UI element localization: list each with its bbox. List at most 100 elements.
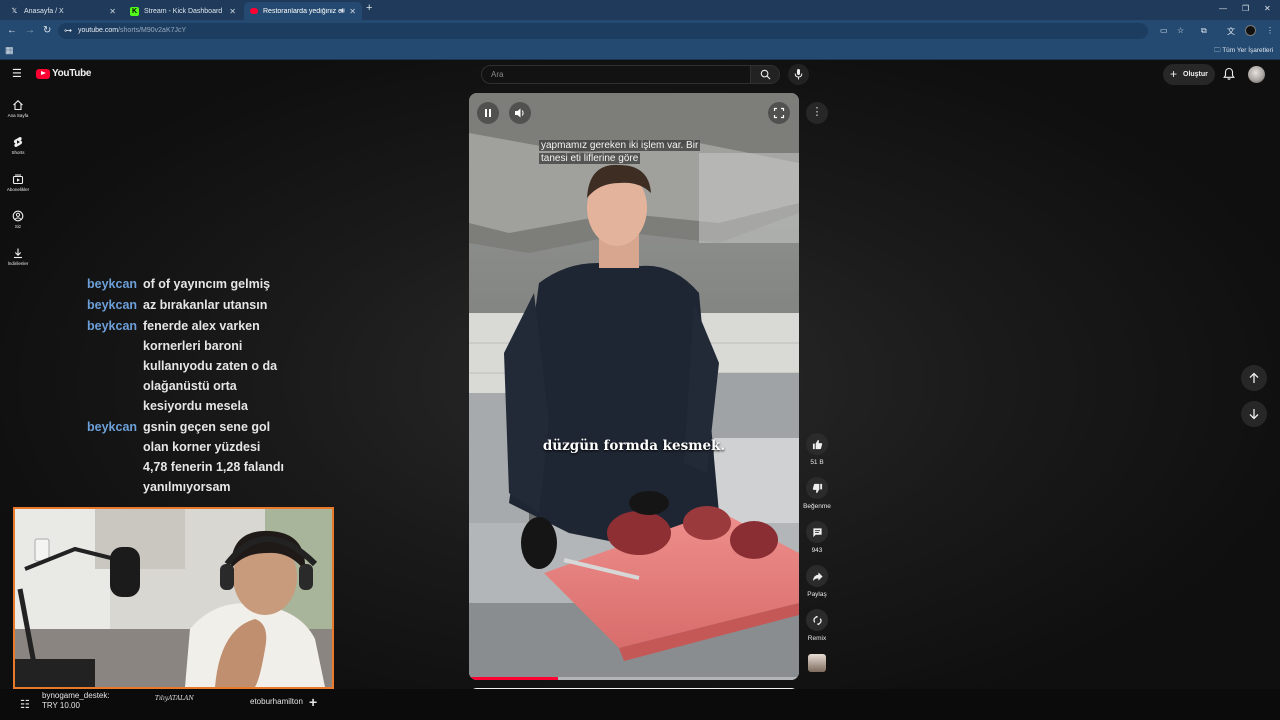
pause-button[interactable] <box>477 102 499 124</box>
thumbs-down-icon <box>812 483 822 493</box>
sound-thumbnail[interactable] <box>808 654 826 672</box>
create-button[interactable]: + Oluştur <box>1163 64 1215 85</box>
hamburger-menu-icon[interactable]: ☰ <box>12 67 22 80</box>
stream-bottom-bar: ☷ bynogame_destek: TRY 10.00 TılıyATALAN… <box>0 689 1280 720</box>
dislike-button[interactable]: Beğenme <box>803 477 831 510</box>
tab-x[interactable]: 𝕏 Anasayfa / X ✕ <box>4 2 122 20</box>
sidebar-item-label: Ana Sayfa <box>7 113 29 118</box>
chat-message: beykcan fenerde alex varken kornerleri b… <box>87 316 287 416</box>
voice-search-button[interactable] <box>788 64 809 85</box>
tab-title: Anasayfa / X <box>24 7 64 15</box>
bookmarks-bar: ▦ 🗀︎ Tüm Yer İşaretleri <box>0 42 1280 60</box>
chat-username: beykcan <box>87 319 138 333</box>
video-progress-track[interactable] <box>469 677 799 680</box>
fullscreen-icon <box>773 107 785 119</box>
plus-icon: + <box>309 694 318 710</box>
speaker-icon[interactable]: 🔊︎ <box>340 6 345 16</box>
sidebar-item-label: Shorts <box>11 150 25 155</box>
star-icon[interactable]: ☆ <box>1177 26 1184 35</box>
cast-icon[interactable]: ▭ <box>1160 26 1168 35</box>
comment-icon <box>812 527 822 537</box>
url-host: youtube.com <box>78 27 119 34</box>
sidebar-item-you[interactable]: Siz <box>0 210 36 229</box>
new-tab-button[interactable]: + <box>366 2 372 14</box>
remix-button[interactable]: Remix <box>805 609 829 642</box>
site-info-icon[interactable]: ⊶ <box>64 23 72 39</box>
menu-dots-icon[interactable]: ⋮ <box>1266 26 1274 35</box>
thumbs-up-icon <box>812 439 822 449</box>
minimize-icon[interactable]: — <box>1219 4 1227 13</box>
video-progress-fill <box>469 677 559 680</box>
sidebar-item-label: Abonelikler <box>6 187 30 192</box>
caption-top-text: yapmamız gereken iki işlem var. Bir tane… <box>539 140 701 164</box>
tab-title: Restoranlarda yediğiniz et <box>263 7 343 15</box>
sidebar-item-subscriptions[interactable]: Abonelikler <box>0 173 36 192</box>
chat-username: beykcan <box>87 277 138 291</box>
like-button[interactable]: 51 B <box>805 433 829 466</box>
account-avatar[interactable] <box>1248 66 1265 83</box>
create-label: Oluştur <box>1183 71 1208 78</box>
chat-message: beykcan of of yayıncım gelmiş <box>87 274 307 294</box>
next-video-button[interactable] <box>1241 401 1267 427</box>
maximize-icon[interactable]: ❐ <box>1242 4 1249 13</box>
share-icon <box>812 571 823 581</box>
home-icon <box>13 100 23 111</box>
caption-top: yapmamız gereken iki işlem var. Bir tane… <box>539 139 719 165</box>
shorts-icon <box>13 136 23 148</box>
search-button[interactable] <box>750 65 780 84</box>
url-field[interactable]: ⊶ youtube.com/shorts/M90v2aK7JcY <box>58 23 1148 39</box>
notifications-bell-icon[interactable] <box>1222 67 1236 81</box>
you-icon <box>12 210 24 222</box>
streamer-signature: TılıyATALAN <box>155 695 194 702</box>
close-window-icon[interactable]: ✕ <box>1264 4 1271 13</box>
shorts-video-player[interactable]: yapmamız gereken iki işlem var. Bir tane… <box>469 93 799 680</box>
previous-video-button[interactable] <box>1241 365 1267 391</box>
extensions-icon[interactable]: ⧉ <box>1201 26 1207 36</box>
close-icon[interactable]: ✕ <box>229 7 236 16</box>
chat-message: beykcan az bırakanlar utansın <box>87 295 307 315</box>
sidebar-item-home[interactable]: Ana Sayfa <box>0 99 36 118</box>
chat-username: beykcan <box>87 420 138 434</box>
tab-youtube[interactable]: Restoranlarda yediğiniz et 🔊︎ ✕ <box>244 2 362 20</box>
more-options-button[interactable]: ⋮ <box>806 102 828 124</box>
volume-button[interactable] <box>509 102 531 124</box>
tab-kick[interactable]: K Stream - Kick Dashboard ✕ <box>124 2 242 20</box>
youtube-header: ☰ YouTube Ara + Oluştur <box>0 61 1280 89</box>
all-bookmarks-button[interactable]: 🗀︎ Tüm Yer İşaretleri <box>1214 46 1273 57</box>
fullscreen-button[interactable] <box>768 102 790 124</box>
subscriptions-icon <box>12 174 24 185</box>
sidebar-item-shorts[interactable]: Shorts <box>0 136 36 155</box>
remix-icon <box>812 615 822 625</box>
youtube-play-icon <box>36 68 50 79</box>
chat-message: beykcan gsnin geçen sene gol olan korner… <box>87 417 287 497</box>
folder-icon: 🗀︎ <box>1214 47 1221 54</box>
search-input[interactable]: Ara <box>481 65 751 84</box>
youtube-logo[interactable]: YouTube <box>36 68 92 79</box>
close-icon[interactable]: ✕ <box>109 7 116 16</box>
chat-text: az bırakanlar utansın <box>143 298 268 312</box>
reload-icon[interactable]: ↻ <box>43 25 51 36</box>
donation-user: bynogame_destek: <box>42 691 110 700</box>
volume-icon <box>515 108 524 118</box>
webcam-frame <box>15 509 332 687</box>
settings-sliders-icon: ☷ <box>20 699 30 711</box>
sidebar-item-label: Siz <box>14 224 22 229</box>
arrow-up-icon <box>1249 372 1259 383</box>
tab-title: Stream - Kick Dashboard <box>144 7 223 15</box>
like-count: 51 B <box>810 459 824 466</box>
share-button[interactable]: Paylaş <box>805 565 829 598</box>
browser-tab-bar: 𝕏 Anasayfa / X ✕ K Stream - Kick Dashboa… <box>0 0 1280 20</box>
close-icon[interactable]: ✕ <box>349 7 356 16</box>
profile-icon[interactable] <box>1245 25 1256 36</box>
sidebar-item-downloads[interactable]: İndirilenler <box>0 247 36 266</box>
translate-icon[interactable]: 文 <box>1227 26 1235 37</box>
address-bar: ← → ↻ ⊶ youtube.com/shorts/M90v2aK7JcY ▭… <box>0 20 1280 42</box>
plus-icon: + <box>1170 67 1178 81</box>
apps-grid-icon[interactable]: ▦ <box>5 45 14 56</box>
back-arrow-icon[interactable]: ← <box>7 25 17 36</box>
chat-text: gsnin geçen sene gol olan korner yüzdesi… <box>143 420 285 494</box>
comments-button[interactable]: 943 <box>805 521 829 554</box>
forward-arrow-icon[interactable]: → <box>25 25 35 36</box>
chat-username: beykcan <box>87 298 138 312</box>
video-frame-chef <box>469 93 799 680</box>
